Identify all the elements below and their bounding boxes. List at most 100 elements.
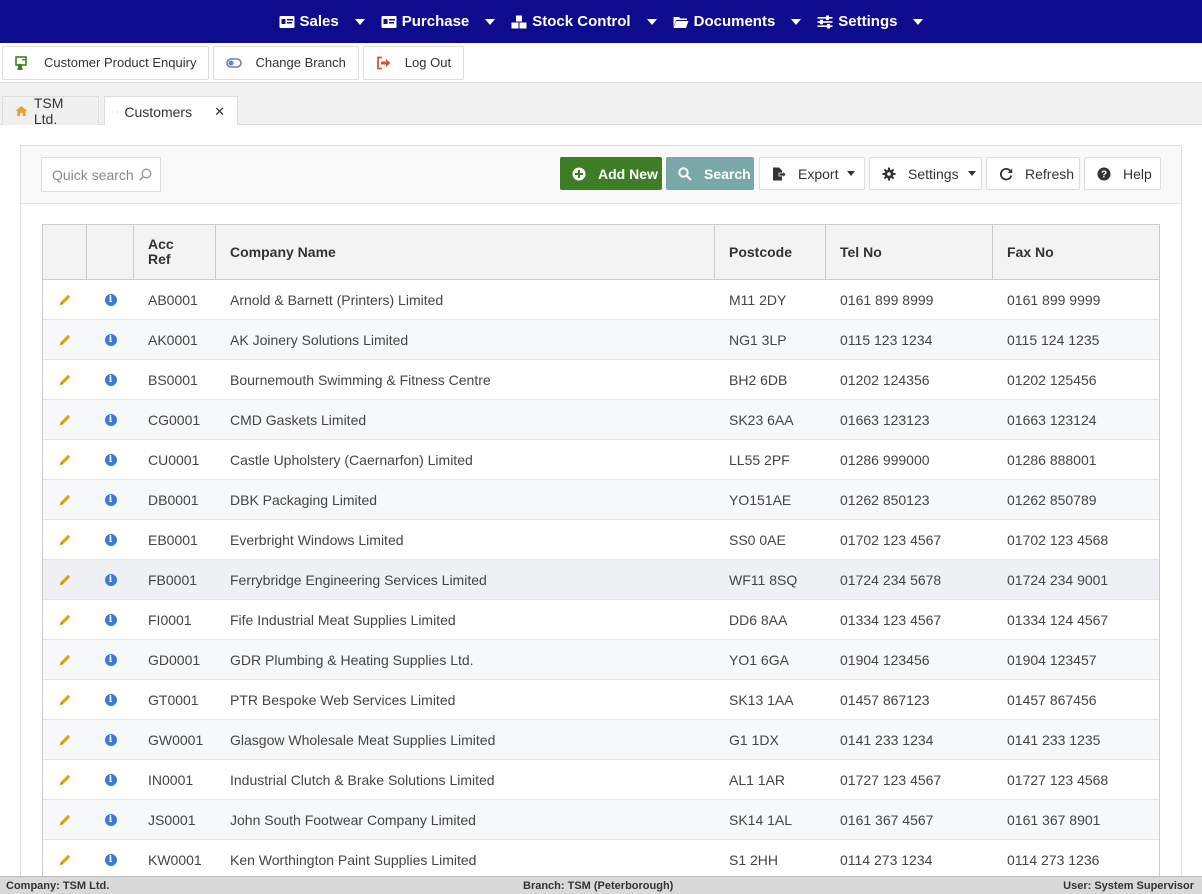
cell-company-name: Industrial Clutch & Brake Solutions Limi…: [230, 771, 495, 788]
info-icon[interactable]: i: [87, 680, 134, 719]
add-new-button[interactable]: Add New: [560, 157, 662, 190]
cell-tel-no: 01334 123 4567: [840, 611, 942, 628]
table-row[interactable]: i EB0001 Everbright Windows Limited SS0 0AE…: [43, 520, 1159, 560]
close-icon[interactable]: ✕: [214, 104, 225, 120]
cell-tel-no: 01727 123 4567: [840, 771, 942, 788]
header-fax-no[interactable]: Fax No: [993, 225, 1159, 279]
info-icon[interactable]: i: [87, 840, 134, 879]
export-file-icon: [773, 167, 786, 180]
sign-out-icon: [376, 56, 391, 69]
grid-header: Acc Ref Company Name Postcode Tel No Fax…: [43, 225, 1159, 280]
table-row[interactable]: i AB0001 Arnold & Barnett (Printers) Limit…: [43, 280, 1159, 320]
edit-pencil-icon[interactable]: [43, 800, 87, 839]
search-button[interactable]: Search: [666, 157, 754, 190]
table-row[interactable]: i FB0001 Ferrybridge Engineering Services …: [43, 560, 1159, 600]
export-button[interactable]: Export: [759, 157, 865, 190]
chevron-down-icon[interactable]: [913, 18, 924, 25]
cell-postcode: YO151AE: [729, 491, 792, 508]
change-branch-button[interactable]: Change Branch: [213, 45, 359, 80]
cell-tel-no: 01702 123 4567: [840, 531, 942, 548]
chevron-down-icon[interactable]: [485, 18, 496, 25]
settings-button[interactable]: Settings: [869, 157, 982, 190]
search-icon: [139, 168, 152, 181]
edit-pencil-icon[interactable]: [43, 480, 87, 519]
customer-product-enquiry-button[interactable]: Customer Product Enquiry: [2, 45, 210, 80]
chevron-down-icon: [847, 171, 856, 176]
table-row[interactable]: i CG0001 CMD Gaskets Limited SK23 6AA 01663 …: [43, 400, 1159, 440]
info-icon[interactable]: i: [87, 560, 134, 599]
header-acc-ref[interactable]: Acc Ref: [134, 225, 216, 279]
chevron-down-icon[interactable]: [791, 18, 802, 25]
info-icon[interactable]: i: [87, 480, 134, 519]
cell-company-name: DBK Packaging Limited: [230, 491, 378, 508]
edit-pencil-icon[interactable]: [43, 520, 87, 559]
log-out-button[interactable]: Log Out: [362, 45, 465, 80]
table-row[interactable]: i FI0001 Fife Industrial Meat Supplies Lim…: [43, 600, 1159, 640]
edit-pencil-icon[interactable]: [43, 840, 87, 879]
header-tel-no[interactable]: Tel No: [826, 225, 993, 279]
refresh-button[interactable]: Refresh: [986, 157, 1080, 190]
edit-pencil-icon[interactable]: [43, 360, 87, 399]
info-icon[interactable]: i: [87, 520, 134, 559]
info-icon[interactable]: i: [87, 800, 134, 839]
cell-tel-no: 01663 123123: [840, 411, 930, 428]
gear-icon: [882, 167, 896, 180]
nav-sales[interactable]: Sales: [279, 13, 365, 30]
info-icon[interactable]: i: [87, 440, 134, 479]
cell-acc-ref: CU0001: [148, 451, 200, 468]
edit-pencil-icon[interactable]: [43, 320, 87, 359]
cell-fax-no: 01262 850789: [1007, 491, 1097, 508]
nav-documents[interactable]: Documents: [673, 13, 802, 30]
cell-postcode: S1 2HH: [729, 851, 779, 868]
info-icon[interactable]: i: [87, 400, 134, 439]
table-row[interactable]: i KW0001 Ken Worthington Paint Supplies Li…: [43, 840, 1159, 880]
table-row[interactable]: i GW0001 Glasgow Wholesale Meat Supplies L…: [43, 720, 1159, 760]
cell-acc-ref: AB0001: [148, 291, 198, 308]
table-row[interactable]: i DB0001 DBK Packaging Limited YO151AE 01262…: [43, 480, 1159, 520]
cell-acc-ref: FB0001: [148, 571, 198, 588]
svg-text:?: ?: [1101, 169, 1107, 180]
cell-tel-no: 0161 367 4567: [840, 811, 934, 828]
help-button[interactable]: ? Help: [1084, 157, 1161, 190]
edit-pencil-icon[interactable]: [43, 400, 87, 439]
table-row[interactable]: i JS0001 John South Footwear Company Limit…: [43, 800, 1159, 840]
info-icon[interactable]: i: [87, 360, 134, 399]
tab-tsm-ltd[interactable]: TSM Ltd.: [2, 95, 99, 127]
edit-pencil-icon[interactable]: [43, 560, 87, 599]
info-icon[interactable]: i: [87, 640, 134, 679]
table-row[interactable]: i GT0001 PTR Bespoke Web Services Limited S…: [43, 680, 1159, 720]
edit-pencil-icon[interactable]: [43, 720, 87, 759]
edit-pencil-icon[interactable]: [43, 440, 87, 479]
edit-pencil-icon[interactable]: [43, 760, 87, 799]
table-row[interactable]: i AK0001 AK Joinery Solutions Limited NG1 3…: [43, 320, 1159, 360]
quick-search-input[interactable]: Quick search: [41, 157, 161, 192]
chevron-down-icon[interactable]: [354, 18, 365, 25]
cell-company-name: Ferrybridge Engineering Services Limited: [230, 571, 487, 588]
id-card-icon: [279, 15, 295, 28]
cell-acc-ref: IN0001: [148, 771, 194, 788]
cell-tel-no: 01286 999000: [840, 451, 930, 468]
info-icon[interactable]: i: [87, 320, 134, 359]
edit-pencil-icon[interactable]: [43, 280, 87, 319]
table-row[interactable]: i IN0001 Industrial Clutch & Brake Solutio…: [43, 760, 1159, 800]
edit-pencil-icon[interactable]: [43, 600, 87, 639]
header-postcode[interactable]: Postcode: [715, 225, 826, 279]
info-icon[interactable]: i: [87, 760, 134, 799]
nav-purchase-label: Purchase: [401, 13, 470, 30]
cell-tel-no: 0114 273 1234: [840, 851, 933, 868]
edit-pencil-icon[interactable]: [43, 680, 87, 719]
table-row[interactable]: i BS0001 Bournemouth Swimming & Fitness Ce…: [43, 360, 1159, 400]
tab-customers[interactable]: Customers ✕: [104, 96, 238, 126]
nav-settings[interactable]: Settings: [817, 13, 924, 30]
table-row[interactable]: i GD0001 GDR Plumbing & Heating Supplies L…: [43, 640, 1159, 680]
nav-stock-control[interactable]: Stock Control: [511, 13, 657, 30]
info-icon[interactable]: i: [87, 720, 134, 759]
info-icon[interactable]: i: [87, 600, 134, 639]
edit-pencil-icon[interactable]: [43, 640, 87, 679]
nav-purchase[interactable]: Purchase: [381, 13, 496, 30]
boxes-icon: [511, 15, 527, 28]
info-icon[interactable]: i: [87, 280, 134, 319]
table-row[interactable]: i CU0001 Castle Upholstery (Caernarfon) Li…: [43, 440, 1159, 480]
chevron-down-icon[interactable]: [646, 18, 657, 25]
header-company-name[interactable]: Company Name: [216, 225, 715, 279]
